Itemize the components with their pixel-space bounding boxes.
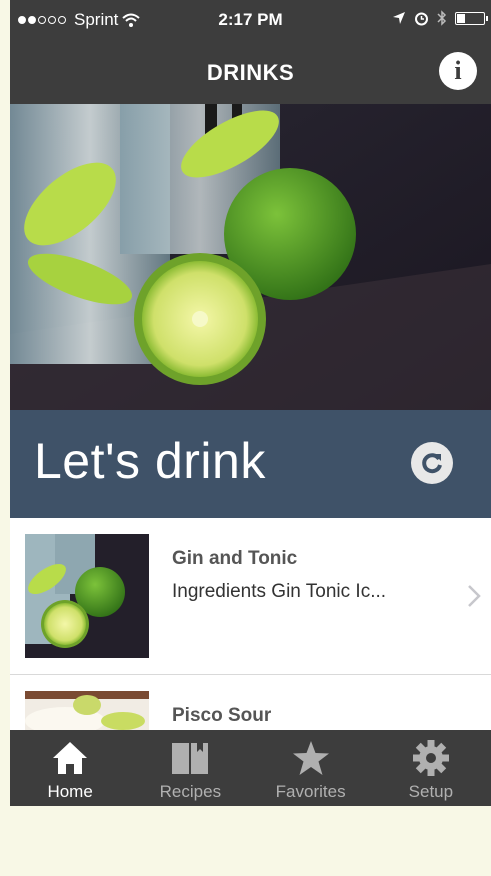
drink-name: Pisco Sour [172,705,272,726]
tab-recipes[interactable]: Recipes [130,730,250,806]
star-icon [292,741,329,775]
tab-home[interactable]: Home [10,730,130,806]
book-icon [172,741,209,774]
page-title: DRINKS [206,60,295,85]
bluetooth-icon [437,10,447,26]
drink-description: Ingredients Gin Tonic Ic... [172,581,387,602]
status-bar: Sprint 2:17 PM [10,0,491,42]
tab-label: Setup [408,782,454,801]
status-right [392,10,488,26]
banner-title: Let's drink [34,433,266,489]
drink-list: Gin and Tonic Ingredients Gin Tonic Ic..… [10,518,491,730]
drink-thumbnail [25,691,149,730]
drink-thumbnail [25,534,149,658]
hero-image [10,104,491,410]
battery-icon [455,11,488,25]
chevron-right-icon [468,585,481,607]
tab-bar: Home Recipes Favorites Setup [10,730,491,806]
refresh-icon [422,453,442,474]
app-screen: Sprint 2:17 PM DRINKS i Let's drink Gin … [10,0,491,806]
location-arrow-icon [393,12,405,24]
tab-label: Favorites [275,782,346,801]
refresh-button[interactable] [411,442,453,484]
drink-name: Gin and Tonic [172,548,298,569]
tab-label: Recipes [159,782,222,801]
tab-setup[interactable]: Setup [371,730,491,806]
info-button[interactable]: i [439,52,477,90]
navigation-bar: DRINKS i [10,42,491,104]
banner: Let's drink [10,410,491,518]
tab-favorites[interactable]: Favorites [251,730,371,806]
alarm-icon [415,12,428,25]
house-icon [53,742,88,774]
list-item[interactable]: Gin and Tonic Ingredients Gin Tonic Ic..… [10,518,491,675]
tab-label: Home [47,782,93,801]
gear-icon [412,740,449,776]
list-item[interactable]: Pisco Sour [10,675,491,730]
